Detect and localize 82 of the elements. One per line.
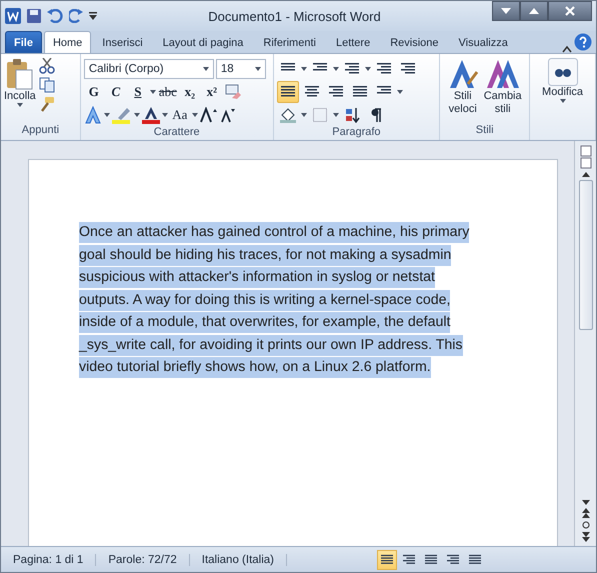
font-color-icon[interactable] [142,106,160,124]
bold-button[interactable]: G [84,82,104,102]
status-item[interactable]: Parole: 72/72 [104,554,190,566]
ribbon-tab[interactable]: Riferimenti [254,31,325,53]
ribbon-tab[interactable]: Layout di pagina [154,31,252,53]
editing-button[interactable]: Modifica [542,58,584,103]
change-styles-button[interactable]: Cambia stili [484,58,522,116]
ribbon-tab[interactable]: Home [44,31,92,53]
font-name-field[interactable]: Calibri (Corpo) [84,59,214,79]
lines-icon [344,63,359,75]
undo-icon[interactable] [47,9,63,23]
dropdown-arrow-icon[interactable] [364,67,371,71]
view-button[interactable] [377,550,397,570]
close-button[interactable] [548,1,592,21]
lines-icon [352,86,367,98]
lines-icon [400,63,415,75]
clear-formatting-icon[interactable] [224,84,242,100]
lines-icon [469,554,481,566]
lines-icon [447,554,459,566]
dropdown-arrow-icon[interactable] [162,113,168,117]
browse-object-icon[interactable] [582,521,590,529]
dropdown-arrow-icon[interactable] [396,90,403,94]
lines-icon [381,554,393,566]
dropdown-arrow-icon[interactable] [104,113,110,117]
ribbon-tab[interactable]: Revisione [381,31,448,53]
collapse-ribbon-icon[interactable] [562,45,572,53]
word-logo-icon[interactable] [5,8,21,24]
maximize-button[interactable] [520,1,548,21]
copy-icon[interactable] [38,77,55,93]
group-label: Appunti [20,124,60,138]
maximize-icon [529,8,539,14]
underline-button[interactable]: S [128,82,148,102]
scissors-icon[interactable] [38,58,55,74]
subscript-button[interactable]: x₂ [180,82,200,102]
lines-icon [304,86,319,98]
dropdown-arrow-icon[interactable] [150,90,156,94]
minimize-icon [501,8,511,14]
dropdown-arrow-icon[interactable] [332,113,339,117]
status-item[interactable]: Italiano (Italia) [198,554,287,566]
italic-button[interactable]: C [106,82,126,102]
redo-icon[interactable] [69,9,83,23]
ribbon-tab[interactable]: Visualizza [450,31,517,53]
dropdown-arrow-icon[interactable] [332,67,339,71]
format-painter-icon[interactable] [38,96,55,112]
superscript-button[interactable]: x² [202,82,222,102]
lines-icon [280,86,295,98]
ribbon-tab[interactable]: Lettere [326,31,380,53]
window-title: Documento1 - Microsoft Word [207,8,382,24]
dropdown-arrow-icon[interactable] [192,113,198,117]
minimize-button[interactable] [492,1,520,21]
align-button[interactable] [276,81,299,103]
scrollbar-thumb[interactable] [578,180,592,330]
ruler-toggle-icon[interactable] [580,145,592,169]
strikethrough-button[interactable]: abc [158,82,178,102]
dropdown-arrow-icon[interactable] [134,113,140,117]
dropdown-arrow-icon[interactable] [560,99,566,103]
group-label: Stili [474,124,495,138]
dropdown-arrow-icon[interactable] [300,67,307,71]
dropdown-arrow-icon[interactable] [254,67,261,71]
lines-icon [376,63,391,75]
text-effects-icon[interactable] [84,106,102,124]
dropdown-arrow-icon[interactable] [300,113,307,117]
lines-icon [328,86,343,98]
ribbon-tab[interactable]: Inserisci [93,31,152,53]
close-icon [565,6,575,16]
dropdown-arrow-icon[interactable] [16,103,23,107]
change-case-button[interactable]: Aa [170,105,190,125]
status-item[interactable]: Pagina: 1 di 1 [9,554,96,566]
paste-button[interactable]: Incolla [4,58,36,107]
save-icon[interactable] [27,9,41,23]
customize-menu-icon[interactable] [89,12,97,20]
quick-styles-button[interactable]: Stili veloci [448,58,478,116]
file-tab[interactable]: File [5,31,42,53]
help-icon[interactable] [574,33,592,51]
lines-icon [425,554,437,566]
font-size-field[interactable]: 18 [216,59,266,79]
dropdown-arrow-icon[interactable] [202,67,209,71]
group-label: Carattere [152,126,201,140]
lines-icon [403,554,415,566]
group-label: Paragrafo [331,126,382,140]
grow-font-icon[interactable] [200,107,218,123]
shrink-font-icon[interactable] [220,107,236,123]
